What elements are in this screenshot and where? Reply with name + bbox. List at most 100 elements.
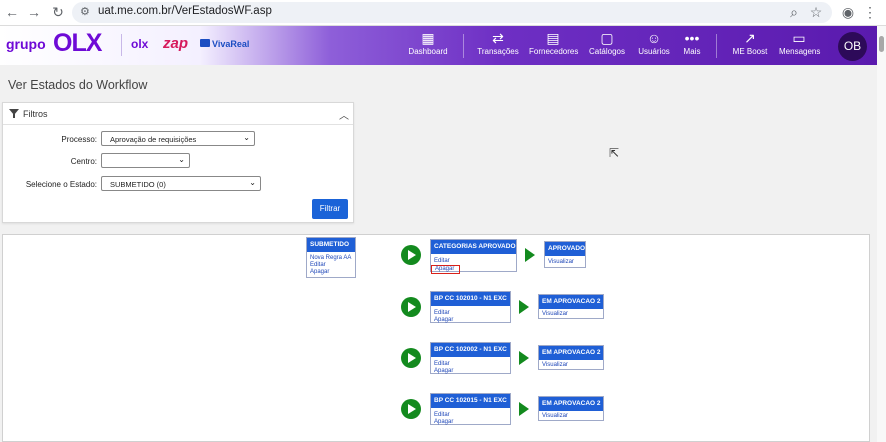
visualizar-link[interactable]: Visualizar [539,360,603,369]
editar-link[interactable]: Editar [431,310,510,317]
processo-select[interactable]: Aprovação de requisições ⌄ [101,131,255,146]
url-text[interactable]: uat.me.com.br/VerEstadosWF.asp [98,5,272,17]
brand-divider [121,34,122,56]
brand-zap-logo: zap [163,35,189,52]
target-state-box: APROVADO Visualizar [544,241,586,268]
editar-link[interactable]: Editar [431,258,516,265]
nova-regra-link[interactable]: Nova Regra AA [307,255,355,262]
apagar-link[interactable]: Apagar [431,317,510,324]
nav-transacoes-label: Transações [477,47,519,56]
more-vert-icon[interactable]: ⋮ [862,4,878,20]
vivareal-mark-icon [200,39,210,47]
play-icon [401,399,421,419]
mouse-cursor-icon: ⇱ [609,146,620,160]
estado-select[interactable]: SUBMETIDO (0) ⌄ [101,176,261,191]
chevron-up-icon[interactable]: ︿ [339,107,349,122]
nav-dashboard-label: Dashboard [408,47,448,56]
rule-title: BP CC 102002 - N1 EXC [431,343,510,357]
rule-box: CATEGORIAS APROVADO Editar Apagar [430,239,517,274]
state-box-submetido: SUBMETIDO Nova Regra AA Editar Apagar [306,237,356,278]
arrow-right-icon [519,402,529,416]
nav-fornecedores[interactable]: ▤ Fornecedores [529,30,579,62]
rule-title: BP CC 102010 - N1 EXC [431,292,510,306]
play-icon [401,348,421,368]
arrow-right-icon [525,248,535,262]
nav-transacoes[interactable]: ⇄ Transações [477,30,519,62]
chevron-down-icon: ⌄ [178,155,185,164]
estado-label: Selecione o Estado: [25,180,97,189]
chart-icon: ↗ [744,30,756,46]
play-icon [401,245,421,265]
nav-mensagens[interactable]: ▭ Mensagens [779,30,821,62]
dashboard-icon: ▦ [421,30,435,46]
editar-link[interactable]: Editar [307,262,355,269]
zoom-icon[interactable]: ⌕ [786,4,802,20]
apagar-link[interactable]: Apagar [431,419,510,426]
arrow-right-icon [519,300,529,314]
transactions-icon: ⇄ [492,30,504,46]
rule-title: CATEGORIAS APROVADO [431,240,516,254]
play-icon [401,297,421,317]
nav-catalogos-label: Catálogos [588,47,626,56]
centro-label: Centro: [70,157,97,166]
nav-me-boost[interactable]: ↗ ME Boost [730,30,770,62]
processo-select-value: Aprovação de requisições [110,135,197,144]
visualizar-link[interactable]: Visualizar [539,411,603,420]
target-state-title: EM APROVACAO 2 [539,295,603,309]
nav-me-boost-label: ME Boost [732,47,768,56]
chevron-down-icon: ⌄ [243,133,250,142]
processo-label: Processo: [61,135,97,144]
brand-olx-small-logo: olx [131,37,149,51]
arrow-right-icon [519,351,529,365]
rule-box: BP CC 102010 - N1 EXC Editar Apagar [430,291,511,323]
bookmark-star-icon[interactable]: ☆ [808,4,824,20]
nav-mais[interactable]: ••• Mais [680,30,704,62]
rule-title: BP CC 102015 - N1 EXC [431,394,510,408]
nav-mais-label: Mais [683,47,701,56]
target-state-title: EM APROVACAO 2 [539,346,603,360]
state-title: SUBMETIDO [307,238,355,252]
forward-icon[interactable]: → [26,4,42,20]
brand-olx-logo: OLX [53,29,102,57]
target-state-box: EM APROVACAO 2 Visualizar [538,345,604,370]
avatar[interactable]: OB [838,32,867,61]
filter-icon-stem [13,114,15,118]
address-bar[interactable]: ⚙ uat.me.com.br/VerEstadosWF.asp ⌕ ☆ [72,2,832,23]
filtrar-button[interactable]: Filtrar [312,199,348,219]
visualizar-link[interactable]: Visualizar [545,256,585,266]
back-icon[interactable]: ← [4,4,20,20]
nav-usuarios[interactable]: ☺ Usuários [636,30,672,62]
header-divider [463,34,464,58]
site-settings-icon[interactable]: ⚙ [80,5,90,18]
header-divider [716,34,717,58]
visualizar-link[interactable]: Visualizar [539,309,603,318]
apagar-link[interactable]: Apagar [431,368,510,375]
nav-mensagens-label: Mensagens [779,47,821,56]
editar-link[interactable]: Editar [431,412,510,419]
scrollbar-thumb[interactable] [879,36,884,52]
editar-link[interactable]: Editar [431,361,510,368]
target-state-title: EM APROVACAO 2 [539,397,603,411]
nav-fornecedores-label: Fornecedores [529,47,579,56]
page-scrollbar[interactable] [877,26,886,442]
apagar-link[interactable]: Apagar [307,269,355,276]
nav-catalogos[interactable]: ▢ Catálogos [588,30,626,62]
more-icon: ••• [684,30,700,46]
reload-icon[interactable]: ↻ [50,4,66,20]
centro-select[interactable]: ⌄ [101,153,190,168]
catalog-icon: ▢ [600,30,614,46]
nav-dashboard[interactable]: ▦ Dashboard [407,30,449,62]
filters-title: Filtros [23,109,48,119]
brand-grupo: grupo [6,36,46,52]
target-state-box: EM APROVACAO 2 Visualizar [538,396,604,421]
profile-icon[interactable]: ◉ [840,4,856,20]
workflow-area: SUBMETIDO Nova Regra AA Editar Apagar CA… [2,234,870,442]
rule-box: BP CC 102015 - N1 EXC Editar Apagar [430,393,511,425]
filters-panel: Filtros ︿ Processo: Aprovação de requisi… [2,102,354,223]
estado-select-value: SUBMETIDO (0) [110,180,166,189]
apagar-link[interactable]: Apagar [431,265,460,274]
filters-header[interactable]: Filtros ︿ [3,103,353,125]
suppliers-icon: ▤ [546,30,560,46]
vivareal-text: VivaReal [212,39,250,49]
target-state-title: APROVADO [545,242,585,256]
